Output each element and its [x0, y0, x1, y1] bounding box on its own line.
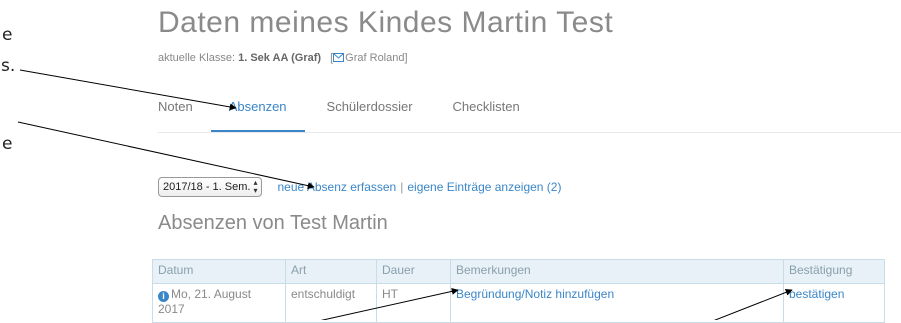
info-icon[interactable]: i [158, 291, 169, 302]
bracket-close: ] [404, 52, 408, 64]
confirm-link[interactable]: bestätigen [789, 287, 844, 301]
own-entries-link[interactable]: eigene Einträge anzeigen (2) [407, 180, 561, 194]
header-bemerkungen: Bemerkungen [450, 259, 784, 284]
table-row: i Mo, 21. August 2017 entschuldigt HT Beg… [152, 283, 885, 323]
semester-select[interactable]: 2017/18 - 1. Sem. ▴ ▾ [158, 177, 263, 197]
section-title: Absenzen von Test Martin [158, 212, 388, 234]
select-spinner-icon: ▴ ▾ [253, 178, 258, 195]
class-label: aktuelle Klasse: [158, 52, 236, 64]
clipped-text-2: s. [1, 56, 16, 76]
cell-bestaetigung: bestätigen [783, 283, 885, 323]
cell-datum: i Mo, 21. August 2017 [152, 283, 286, 323]
new-absence-link[interactable]: neue Absenz erfassen [277, 180, 396, 194]
table-header-row: Datum Art Dauer Bemerkungen Bestätigung [152, 259, 885, 284]
toolbar: 2017/18 - 1. Sem. ▴ ▾ neue Absenz erfasse… [158, 177, 561, 197]
header-art: Art [285, 259, 377, 284]
tab-bar: Noten Absenzen Schülerdossier Checkliste… [158, 84, 901, 133]
teacher-link[interactable]: [Graf Roland] [330, 52, 407, 64]
header-dauer: Dauer [376, 259, 451, 284]
page-title: Daten meines Kindes Martin Test [158, 6, 614, 39]
header-bestaetigung: Bestätigung [783, 259, 885, 284]
tab-noten[interactable]: Noten [158, 84, 217, 132]
add-note-link[interactable]: Begründung/Notiz hinzufügen [456, 287, 614, 301]
semester-select-value: 2017/18 - 1. Sem. [163, 181, 251, 193]
cell-art: entschuldigt [285, 283, 377, 323]
datum-text: Mo, 21. August 2017 [158, 287, 252, 316]
teacher-name: Graf Roland [345, 52, 405, 64]
absences-table: Datum Art Dauer Bemerkungen Bestätigung … [152, 259, 885, 323]
clipped-text-1: e [2, 25, 13, 45]
cell-bemerkungen: Begründung/Notiz hinzufügen [450, 283, 784, 323]
header-datum: Datum [152, 259, 286, 284]
clipped-text-3: e [2, 134, 13, 154]
link-separator: | [400, 180, 404, 194]
tab-absenzen[interactable]: Absenzen [210, 84, 305, 132]
mail-icon [333, 53, 345, 65]
tab-schuelerdossier[interactable]: Schülerdossier [327, 84, 453, 132]
tab-checklisten[interactable]: Checklisten [453, 84, 542, 132]
class-value: 1. Sek AA (Graf) [238, 52, 322, 64]
cell-dauer: HT [376, 283, 451, 323]
class-info: aktuelle Klasse: 1. Sek AA (Graf) [Graf … [158, 52, 408, 65]
